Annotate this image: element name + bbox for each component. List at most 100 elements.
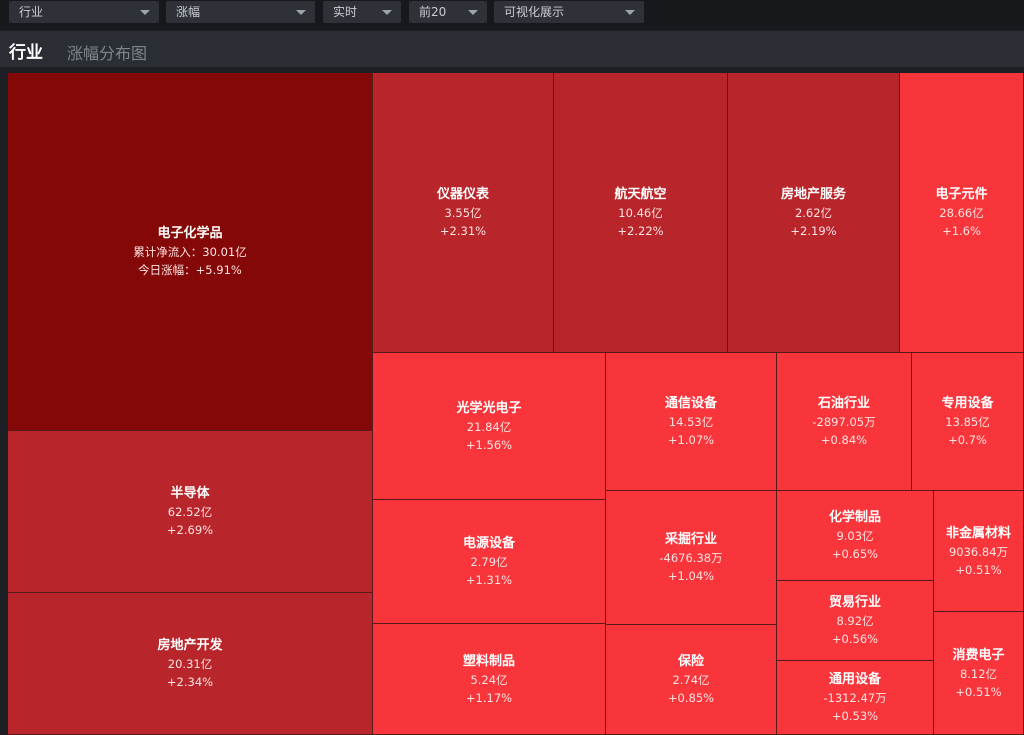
treemap-cell-net-inflow: 2.74亿 — [672, 673, 710, 687]
treemap-cell-net-inflow: 3.55亿 — [444, 206, 482, 220]
treemap-cell-change: +0.7% — [948, 433, 987, 447]
title-bar: 行业 涨幅分布图 — [0, 31, 1024, 67]
treemap-cell-net-inflow: 20.31亿 — [167, 657, 213, 671]
treemap-cell-name: 房地产开发 — [157, 638, 223, 653]
treemap-cell-change: +1.6% — [942, 224, 981, 238]
treemap-cell[interactable]: 通用设备 -1312.47万 +0.53% — [777, 661, 934, 735]
treemap-cell-net-inflow: -1312.47万 — [823, 691, 887, 705]
filter-toolbar: 行业 涨幅 实时 前20 可视化展示 — [0, 0, 1024, 30]
treemap-cell-change: +2.69% — [166, 523, 214, 537]
page-title: 行业 — [9, 43, 43, 63]
treemap-cell-name: 半导体 — [170, 486, 210, 501]
treemap-cell[interactable]: 光学光电子 21.84亿 +1.56% — [373, 353, 606, 500]
treemap-cell[interactable]: 仪器仪表 3.55亿 +2.31% — [373, 73, 554, 353]
treemap-cell-change: +0.56% — [831, 632, 879, 646]
chevron-down-icon — [382, 10, 392, 15]
metric-dropdown[interactable]: 涨幅 — [166, 1, 315, 23]
chevron-down-icon — [296, 10, 306, 15]
treemap-cell-net-inflow: -2897.05万 — [812, 415, 876, 429]
treemap-cell-name: 电子化学品 — [157, 226, 223, 241]
treemap-cell-name: 航天航空 — [614, 187, 667, 202]
treemap-cell[interactable]: 房地产开发 20.31亿 +2.34% — [8, 593, 373, 735]
treemap-cell[interactable]: 石油行业 -2897.05万 +0.84% — [777, 353, 912, 491]
treemap-cell[interactable]: 消费电子 8.12亿 +0.51% — [934, 612, 1024, 735]
period-dropdown-label: 实时 — [333, 5, 358, 19]
treemap-cell-name: 通用设备 — [828, 672, 881, 687]
treemap-cell-change: +2.19% — [790, 224, 837, 238]
chevron-down-icon — [625, 10, 635, 15]
treemap-cell-net-inflow: 9036.84万 — [948, 544, 1009, 559]
treemap-cell-net-inflow: 8.92亿 — [836, 614, 874, 628]
treemap-cell-name: 石油行业 — [817, 396, 870, 411]
treemap-cell[interactable]: 贸易行业 8.92亿 +0.56% — [777, 581, 934, 661]
chevron-down-icon — [468, 10, 478, 15]
treemap-cell-net-inflow: 累计净流入：30.01亿 — [133, 245, 247, 259]
treemap-cell-change: +1.31% — [465, 573, 513, 587]
treemap-cell-change: +1.56% — [465, 437, 513, 452]
category-dropdown[interactable]: 行业 — [9, 1, 159, 23]
treemap-cell-net-inflow: 62.52亿 — [167, 505, 213, 519]
treemap-cell-net-inflow: 28.66亿 — [939, 206, 984, 220]
treemap-cell-name: 电源设备 — [462, 536, 515, 551]
treemap-cell-change: +2.22% — [617, 224, 664, 238]
treemap-cell[interactable]: 电子化学品累计净流入：30.01亿 今日涨幅：+5.91% — [8, 73, 373, 431]
view-dropdown[interactable]: 可视化展示 — [494, 1, 644, 23]
treemap-cell-name: 塑料制品 — [462, 653, 515, 669]
treemap-cell[interactable]: 采掘行业 -4676.38万 +1.04% — [606, 491, 777, 625]
treemap-cell-net-inflow: 10.46亿 — [618, 206, 663, 220]
treemap-cell-change: +1.04% — [667, 569, 715, 583]
treemap-cell-net-inflow: 21.84亿 — [466, 419, 512, 434]
treemap-cell[interactable]: 化学制品 9.03亿 +0.65% — [777, 491, 934, 581]
treemap-cell-name: 消费电子 — [952, 647, 1005, 663]
period-dropdown[interactable]: 实时 — [323, 1, 401, 23]
treemap-cell-name: 保险 — [677, 654, 704, 669]
top-dropdown[interactable]: 前20 — [409, 1, 487, 23]
treemap-cell-name: 通信设备 — [664, 396, 717, 411]
treemap-cell-change: +0.85% — [667, 691, 715, 705]
industry-treemap: 电子化学品累计净流入：30.01亿 今日涨幅：+5.91% 半导体 62.52亿 +2.… — [8, 73, 1024, 735]
treemap-cell-change: +1.07% — [667, 433, 715, 447]
treemap-cell-name: 采掘行业 — [664, 532, 717, 547]
metric-dropdown-label: 涨幅 — [176, 5, 201, 19]
treemap-cell-net-inflow: 9.03亿 — [836, 529, 874, 543]
treemap-cell[interactable]: 电子元件 28.66亿 +1.6% — [900, 73, 1024, 353]
treemap-cell-name: 化学制品 — [828, 510, 881, 525]
treemap-cell[interactable]: 电源设备 2.79亿 +1.31% — [373, 500, 606, 624]
treemap-cell-name: 房地产服务 — [780, 187, 846, 202]
treemap-cell-net-inflow: 14.53亿 — [668, 415, 714, 429]
treemap-cell[interactable]: 塑料制品 5.24亿 +1.17% — [373, 624, 606, 735]
treemap-cell-change: +0.53% — [831, 709, 879, 723]
treemap-cell-change: +2.31% — [439, 224, 487, 238]
treemap-cell[interactable]: 房地产服务 2.62亿 +2.19% — [728, 73, 900, 353]
treemap-cell-net-inflow: -4676.38万 — [659, 551, 723, 565]
treemap-cell-change: +0.65% — [831, 547, 879, 561]
treemap-cell-change: +2.34% — [166, 675, 214, 689]
treemap-cell-net-inflow: 13.85亿 — [945, 415, 990, 429]
treemap-cell[interactable]: 非金属材料 9036.84万 +0.51% — [934, 491, 1024, 612]
treemap-cell[interactable]: 通信设备 14.53亿 +1.07% — [606, 353, 777, 491]
treemap-cell-net-inflow: 5.24亿 — [470, 672, 508, 687]
treemap-cell-change: 今日涨幅：+5.91% — [138, 263, 242, 277]
treemap-cell-net-inflow: 2.62亿 — [794, 206, 833, 220]
chevron-down-icon — [140, 10, 150, 15]
top-dropdown-label: 前20 — [419, 5, 447, 19]
treemap-cell[interactable]: 航天航空 10.46亿 +2.22% — [554, 73, 728, 353]
category-dropdown-label: 行业 — [19, 5, 44, 19]
treemap-cell-change: +0.84% — [820, 433, 868, 447]
view-dropdown-label: 可视化展示 — [504, 5, 565, 19]
treemap-cell-name: 仪器仪表 — [436, 187, 489, 202]
treemap-cell-name: 专用设备 — [941, 396, 994, 411]
treemap-cell-net-inflow: 2.79亿 — [470, 555, 508, 569]
treemap-cell[interactable]: 半导体 62.52亿 +2.69% — [8, 431, 373, 593]
treemap-cell-name: 贸易行业 — [828, 595, 881, 610]
treemap-cell-name: 非金属材料 — [945, 525, 1011, 541]
treemap-cell-change: +0.51% — [955, 562, 1002, 577]
treemap-cell[interactable]: 保险 2.74亿 +0.85% — [606, 625, 777, 735]
treemap-cell-change: +1.17% — [465, 690, 513, 705]
treemap-cell-name: 电子元件 — [935, 187, 988, 202]
treemap-cell-net-inflow: 8.12亿 — [959, 666, 998, 681]
treemap-cell-change: +0.51% — [955, 684, 1002, 699]
treemap-cell-name: 光学光电子 — [456, 400, 522, 416]
page-subtitle: 涨幅分布图 — [67, 44, 148, 63]
treemap-cell[interactable]: 专用设备 13.85亿 +0.7% — [912, 353, 1024, 491]
